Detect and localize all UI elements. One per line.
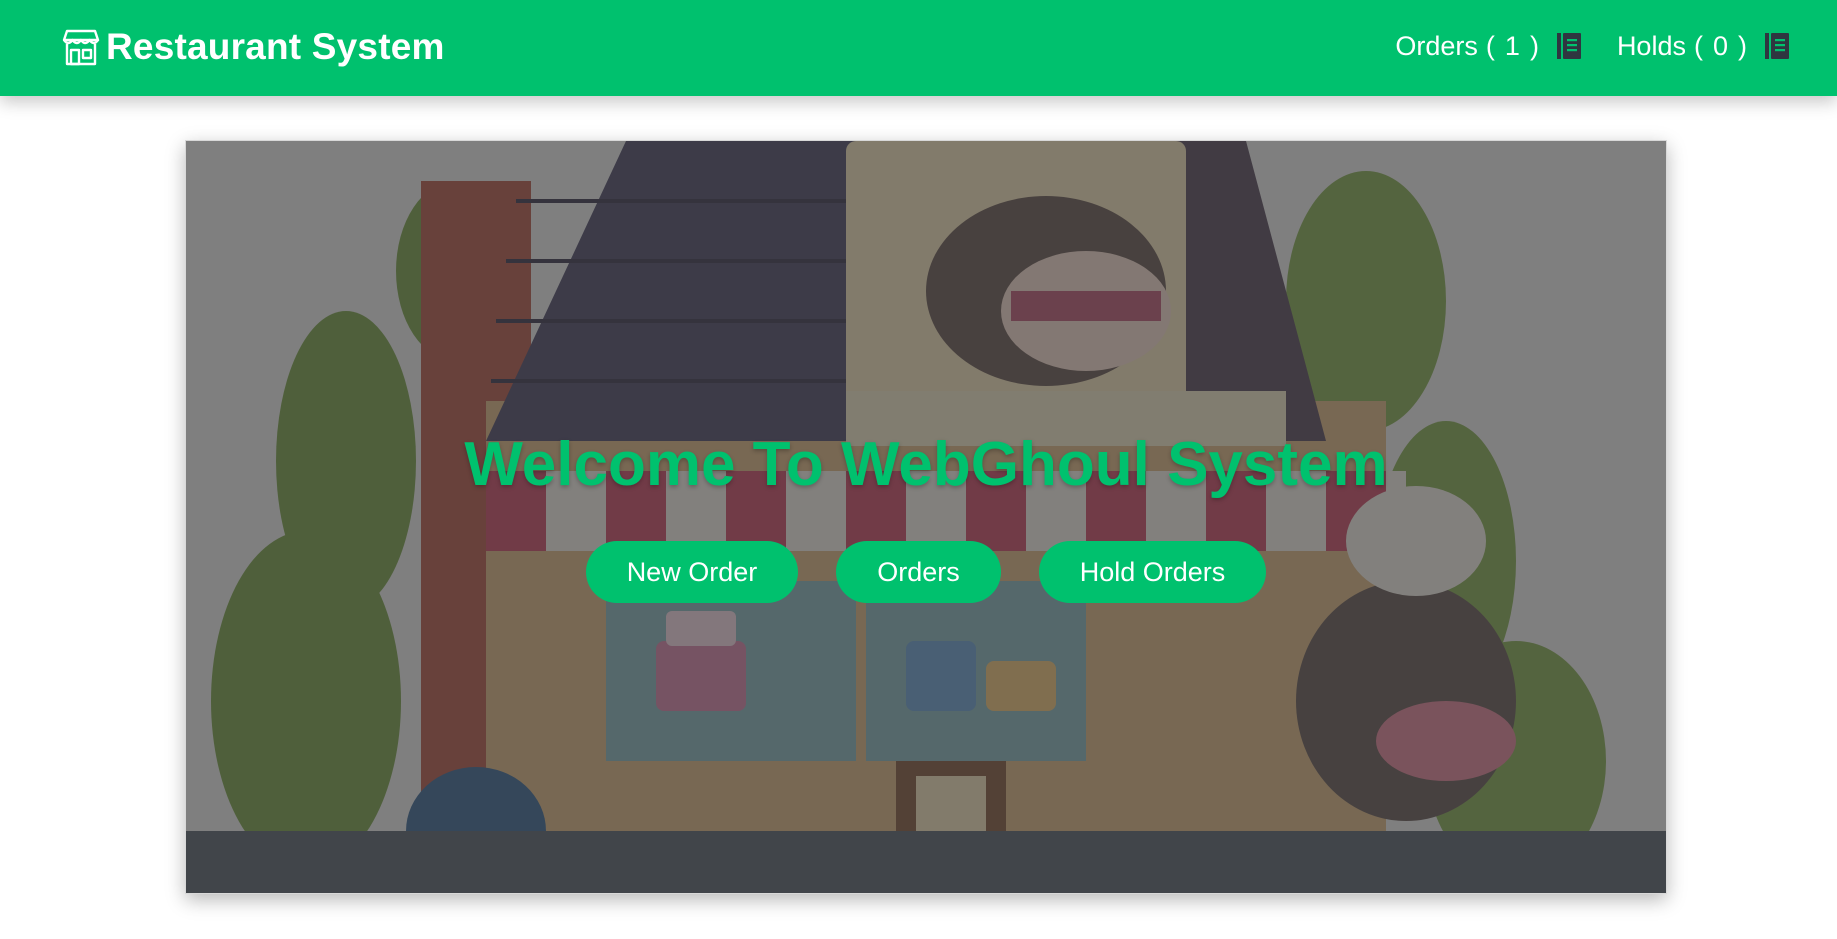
- new-order-button[interactable]: New Order: [585, 541, 799, 603]
- hold-orders-button[interactable]: Hold Orders: [1038, 541, 1267, 603]
- nav-orders-label: Orders: [1395, 31, 1478, 61]
- list-icon: [1556, 33, 1581, 59]
- app-title: Restaurant System: [106, 26, 445, 67]
- nav-holds-close-paren: ): [1738, 31, 1747, 61]
- brand[interactable]: Restaurant System: [62, 26, 445, 68]
- nav-orders-close-paren: ): [1529, 31, 1539, 61]
- list-icon: [1765, 33, 1789, 59]
- hero-title: Welcome To WebGhoul System: [464, 430, 1388, 499]
- nav-orders-link[interactable]: Orders ( 1 ): [1395, 28, 1581, 64]
- top-navbar: Restaurant System Orders ( 1 ) Holds ( 0…: [0, 0, 1837, 96]
- nav-orders-open-paren: (: [1485, 31, 1495, 61]
- nav-holds-label: Holds: [1616, 31, 1686, 61]
- storefront-icon: [62, 29, 100, 66]
- nav-holds-link[interactable]: Holds ( 0 ): [1617, 28, 1789, 64]
- nav-links: Orders ( 1 ) Holds ( 0 ): [1395, 28, 1789, 64]
- hero-banner: Welcome To WebGhoul System New Order Ord…: [185, 140, 1667, 894]
- hero-dark-overlay: [186, 141, 1666, 893]
- nav-holds-open-paren: (: [1693, 31, 1703, 61]
- nav-holds-count: 0: [1712, 31, 1728, 61]
- hero-actions: New Order Orders Hold Orders: [186, 541, 1666, 603]
- nav-orders-count: 1: [1504, 31, 1520, 61]
- orders-button[interactable]: Orders: [836, 541, 1001, 603]
